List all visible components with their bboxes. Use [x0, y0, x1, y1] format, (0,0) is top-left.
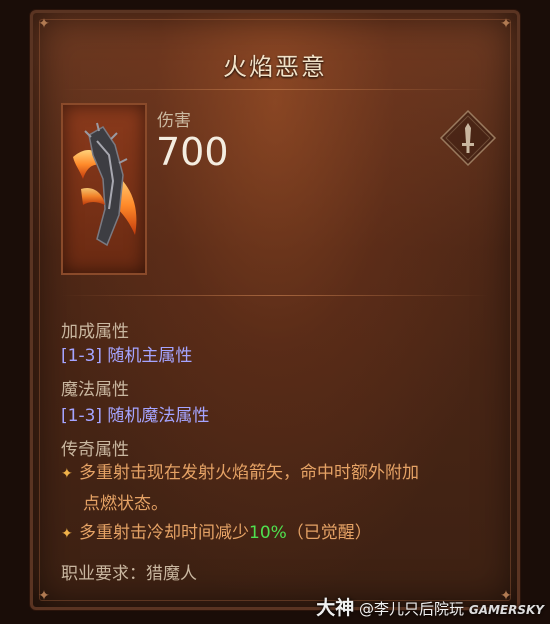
- bonus-affix: [1-3] 随机主属性: [61, 346, 193, 366]
- corner-ornament-icon: ✦: [500, 16, 512, 32]
- watermark-logo: 大神: [316, 597, 355, 619]
- watermark-author: @李儿只后院玩: [359, 600, 465, 618]
- legendary-section-title: 传奇属性: [61, 440, 129, 460]
- watermark-brand: GAMERSKY: [468, 603, 544, 617]
- item-tooltip-panel: ✦ ✦ ✦ ✦ 火焰恶意 伤害 700 加成属性 [1-3] 随机主属性 魔法属…: [30, 10, 520, 610]
- legendary-affix-1: ✦ 多重射击现在发射火焰箭矢，命中时额外附加 点燃状态。: [61, 458, 501, 519]
- corner-ornament-icon: ✦: [38, 16, 50, 32]
- star-diamond-icon: ✦: [61, 526, 73, 542]
- title-divider: [61, 89, 489, 90]
- legendary-affix-2-pre: 多重射击冷却时间减少: [79, 523, 249, 543]
- stats-divider: [61, 295, 489, 296]
- bonus-section-title: 加成属性: [61, 322, 129, 342]
- star-diamond-icon: ✦: [61, 466, 73, 482]
- sword-icon: [439, 109, 497, 167]
- item-image[interactable]: [61, 103, 147, 275]
- damage-value: 700: [156, 130, 229, 174]
- magic-section-title: 魔法属性: [61, 380, 129, 400]
- damage-label: 伤害: [157, 111, 191, 131]
- watermark: 大神 @李儿只后院玩 GAMERSKY: [316, 593, 544, 620]
- class-requirement: 职业要求：猎魔人: [61, 564, 197, 584]
- magic-affix: [1-3] 随机魔法属性: [61, 406, 210, 426]
- corner-ornament-icon: ✦: [38, 588, 50, 604]
- flame-crossbow-icon: [73, 122, 137, 247]
- legendary-affix-1-cont: 点燃状态。: [83, 494, 168, 514]
- legendary-affix-1-text: 多重射击现在发射火焰箭矢，命中时额外附加: [79, 463, 419, 483]
- legendary-affix-2-post: （已觉醒）: [286, 523, 372, 543]
- item-name: 火焰恶意: [223, 53, 327, 81]
- legendary-affix-2: ✦ 多重射击冷却时间减少10%（已觉醒）: [61, 518, 501, 549]
- legendary-affix-2-value: 10%: [249, 523, 287, 543]
